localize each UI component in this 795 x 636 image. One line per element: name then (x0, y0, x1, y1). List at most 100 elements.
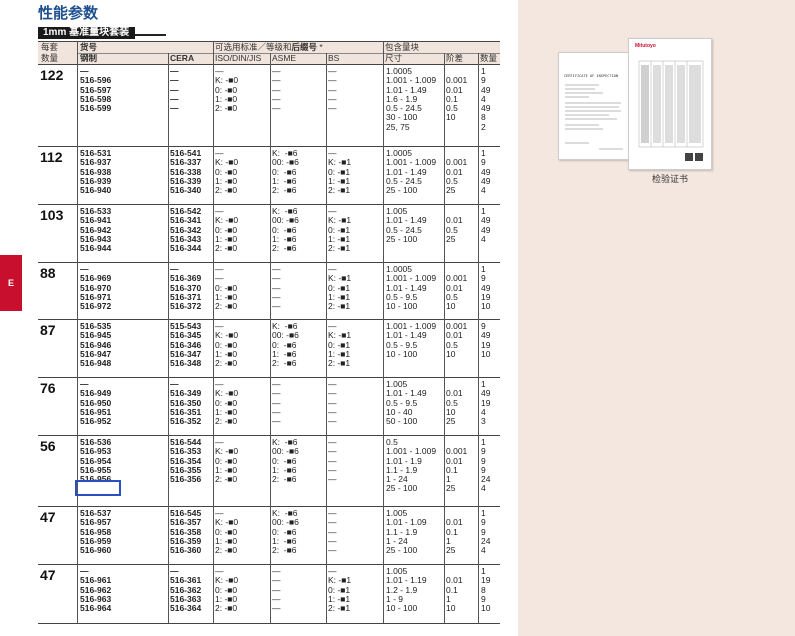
page-title: 性能参数 (38, 5, 99, 22)
cell-bs: — K: -■1 0: -■1 1: -■1 2: -■1 (328, 206, 352, 254)
header-grade-title-bold: 后缀号 (291, 42, 318, 52)
certificate-title: CERTIFICATE OF INSPECTION (564, 74, 618, 78)
row-separator (38, 435, 500, 436)
header-bottom-rule (38, 64, 500, 65)
selected-item-highlight[interactable] (75, 480, 121, 496)
cell-steel[interactable]: — 516-961 516-962 516-963 516-964 (80, 566, 111, 613)
header-steel: 钢制 (80, 53, 98, 63)
cell-asme: — — — — — (272, 566, 281, 614)
certificate-front-image: CERTIFICATE OF INSPECTION (558, 52, 630, 160)
cell-iso: — K: -■0 0: -■0 1: -■0 2: -■0 (215, 66, 239, 114)
cell-size: 1.005 1.01 - 1.49 0.5 - 9.5 10 - 40 50 -… (386, 379, 427, 427)
row-separator (38, 377, 500, 378)
row-separator (38, 262, 500, 263)
col-divider (326, 53, 327, 623)
set-count: 103 (40, 207, 64, 223)
cell-step: 0.001 0.01 0.5 10 (446, 273, 468, 312)
cell-iso: — K: -■0 0: -■0 1: -■0 2: -■0 (215, 148, 239, 196)
col-divider (168, 53, 169, 623)
cell-bs: — K: -■1 0: -■1 1: -■1 2: -■1 (328, 321, 352, 369)
cell-cera[interactable]: — 516-361 516-362 516-363 516-364 (170, 566, 201, 613)
header-included-blocks: 包含量块 (385, 42, 420, 52)
col-divider (444, 53, 445, 623)
cell-qty: 1 49 19 4 3 (481, 379, 491, 427)
section-tab[interactable]: E (0, 255, 22, 311)
set-count: 88 (40, 265, 56, 281)
set-count: 47 (40, 509, 56, 525)
header-count-line1: 每套 (41, 42, 59, 52)
col-divider (213, 41, 214, 623)
cell-step: 0.01 0.5 25 (446, 215, 463, 244)
cell-asme: — — — — — (272, 264, 281, 312)
cell-bs: — K: -■1 0: -■1 1: -■1 2: -■1 (328, 566, 352, 614)
cell-size: 1.005 1.01 - 1.49 0.5 - 24.5 25 - 100 (386, 206, 427, 244)
set-count: 87 (40, 322, 56, 338)
row-separator (38, 146, 500, 147)
cell-cera[interactable]: — 516-349 516-350 516-351 516-352 (170, 379, 201, 426)
cell-steel[interactable]: — 516-949 516-950 516-951 516-952 (80, 379, 111, 426)
col-divider (270, 53, 271, 623)
section-subtitle: 1mm 基准量块套装 (38, 22, 166, 39)
cell-qty: 1 9 49 4 49 8 2 (481, 66, 491, 132)
cell-iso: — K: -■0 0: -■0 1: -■0 2: -■0 (215, 566, 239, 614)
certificate-caption: 检验证书 (652, 174, 689, 184)
cell-cera[interactable]: 516-541 516-337 516-338 516-339 516-340 (170, 148, 201, 195)
header-grade-title-prefix: 可选用标准／等级和 (215, 42, 292, 52)
cell-cera[interactable]: 516-544 516-353 516-354 516-355 516-356 (170, 437, 201, 484)
cell-bs: — — — — — (328, 379, 337, 427)
header-count-line2: 数量 (41, 53, 59, 63)
header-step: 阶差 (446, 53, 464, 63)
cell-bs: — K: -■1 0: -■1 1: -■1 2: -■1 (328, 148, 352, 196)
cell-size: 1.0005 1.001 - 1.009 1.01 - 1.49 1.6 - 1… (386, 66, 437, 132)
cell-steel[interactable]: 516-531 516-937 516-938 516-939 516-940 (80, 148, 111, 195)
cell-cera[interactable]: 516-542 516-341 516-342 516-343 516-344 (170, 206, 201, 253)
header-iso: ISO/DIN/JIS (215, 53, 262, 63)
row-separator (38, 204, 500, 205)
cell-size: 1.0005 1.001 - 1.009 1.01 - 1.49 0.5 - 2… (386, 148, 437, 196)
cell-iso: — K: -■0 0: -■0 1: -■0 2: -■0 (215, 206, 239, 254)
cell-step: 0.001 0.01 0.5 25 (446, 157, 468, 196)
cell-steel[interactable]: 516-536 516-953 516-954 516-955 516-956 (80, 437, 111, 484)
cell-cera[interactable]: — — — — — (170, 66, 179, 113)
certificate-brand: Mitutoyo (635, 43, 656, 49)
cell-cera[interactable]: 516-545 516-357 516-358 516-359 516-360 (170, 508, 201, 555)
header-cera: CERA (170, 53, 195, 63)
section-subtitle-label: 1mm 基准量块套装 (38, 27, 136, 39)
certificate-table-drawing: Mitutoyo (635, 43, 704, 161)
cell-steel[interactable]: — 516-596 516-597 516-598 516-599 (80, 66, 111, 113)
cell-cera[interactable]: — 516-369 516-370 516-371 516-372 (170, 264, 201, 311)
cell-qty: 1 9 9 9 24 4 (481, 437, 491, 494)
cell-steel[interactable]: 516-535 516-945 516-946 516-947 516-948 (80, 321, 111, 368)
set-count: 76 (40, 380, 56, 396)
table-bottom-rule (38, 623, 500, 624)
cell-qty: 1 49 49 4 (481, 206, 491, 244)
row-separator (38, 564, 500, 565)
cell-step: 0.01 0.1 1 10 (446, 575, 463, 614)
col-divider (77, 41, 78, 623)
cell-qty: 1 9 49 19 10 (481, 264, 491, 312)
cell-asme: — — — — — (272, 66, 281, 114)
set-count: 112 (40, 149, 63, 165)
cell-iso: — — 0: -■0 1: -■0 2: -■0 (215, 264, 238, 312)
header-size: 尺寸 (385, 53, 403, 63)
cell-size: 1.005 1.01 - 1.19 1.2 - 1.9 1 - 9 10 - 1… (386, 566, 427, 614)
cell-asme: K: -■6 00: -■6 0: -■6 1: -■6 2: -■6 (272, 321, 299, 369)
cell-steel[interactable]: 516-533 516-941 516-942 516-943 516-944 (80, 206, 111, 253)
cell-step: 0.01 0.1 1 25 (446, 517, 463, 556)
cell-cera[interactable]: 515-543 516-345 516-346 516-347 516-348 (170, 321, 201, 368)
header-bs: BS (328, 53, 340, 63)
header-item-no: 货号 (80, 42, 98, 52)
header-grade-title: 可选用标准／等级和后缀号 * (215, 42, 323, 53)
cell-qty: 1 9 49 49 4 (481, 148, 491, 196)
cell-size: 1.0005 1.001 - 1.009 1.01 - 1.49 0.5 - 9… (386, 264, 437, 312)
cell-asme: K: -■6 00: -■6 0: -■6 1: -■6 2: -■6 (272, 508, 299, 556)
row-separator (38, 319, 500, 320)
cell-iso: — K: -■0 0: -■0 1: -■0 2: -■0 (215, 321, 239, 369)
cell-asme: K: -■6 00: -■6 0: -■6 1: -■6 2: -■6 (272, 206, 299, 254)
cell-bs: — — — — — (328, 508, 337, 556)
cell-steel[interactable]: 516-537 516-957 516-958 516-959 516-960 (80, 508, 111, 555)
cell-qty: 9 49 19 10 (481, 321, 491, 359)
cell-steel[interactable]: — 516-969 516-970 516-971 516-972 (80, 264, 111, 311)
cell-step: 0.01 0.5 10 25 (446, 388, 463, 427)
certificate-table-image: Mitutoyo (628, 38, 712, 170)
